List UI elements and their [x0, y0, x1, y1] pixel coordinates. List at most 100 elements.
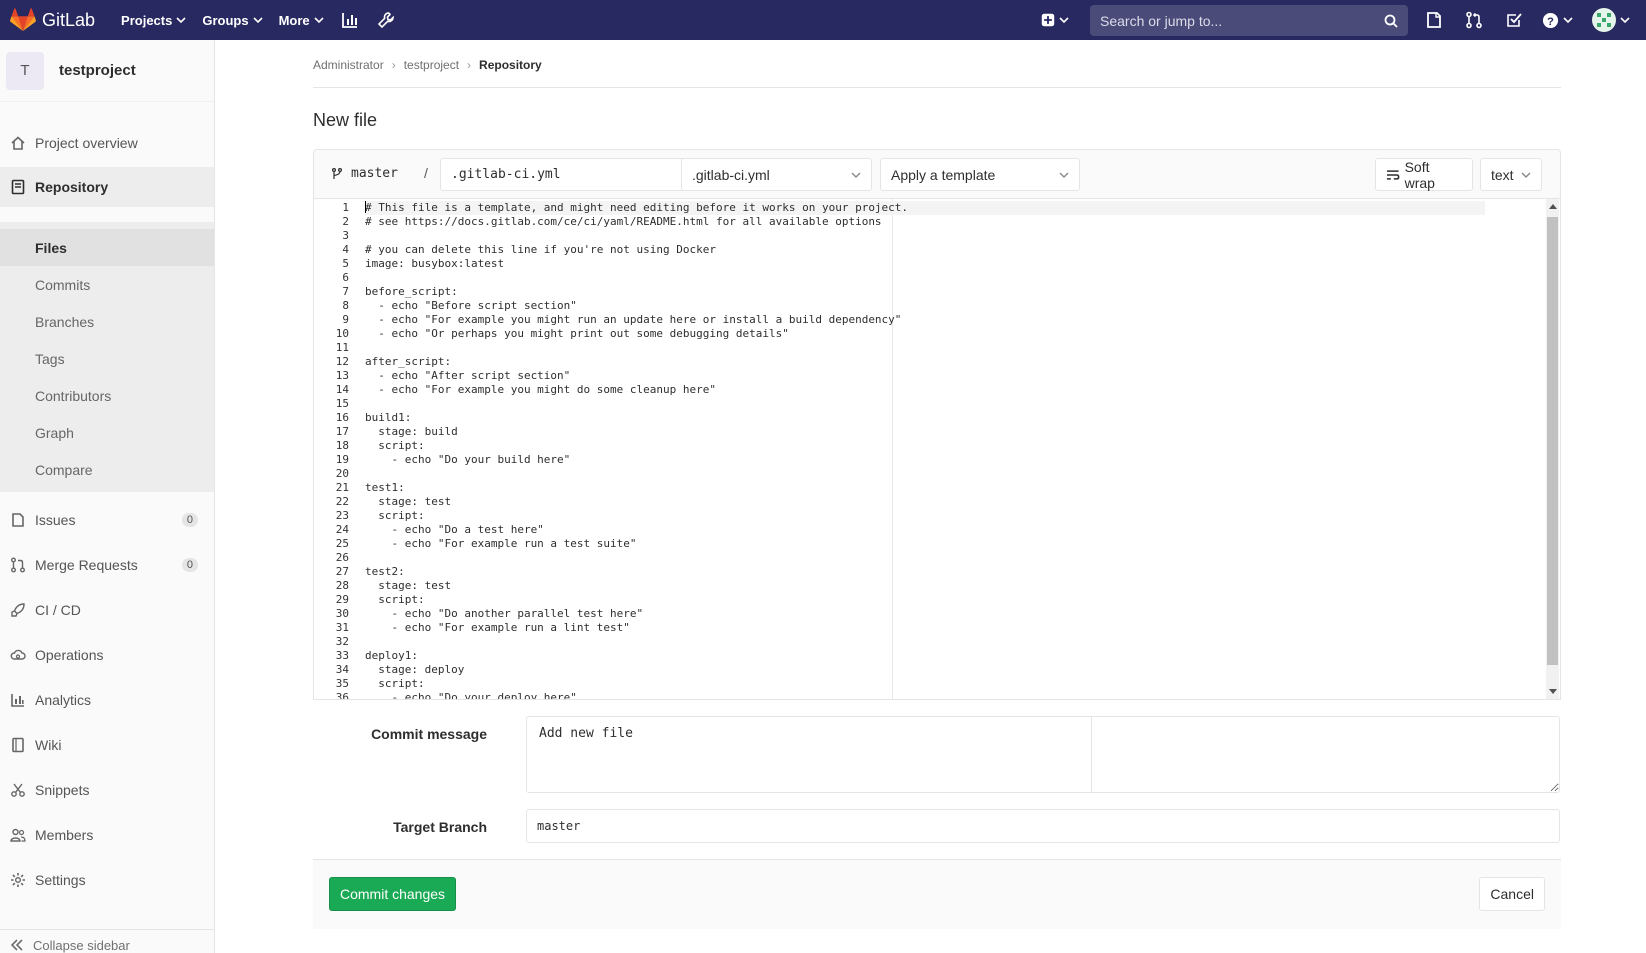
code-line[interactable]: after_script:	[365, 355, 1485, 369]
code-line[interactable]: stage: deploy	[365, 663, 1485, 677]
issues-icon	[12, 513, 24, 527]
breadcrumb-admin[interactable]: Administrator	[313, 58, 384, 72]
branch-label: master	[351, 166, 398, 181]
sidebar-item-operations[interactable]: Operations	[0, 635, 214, 675]
template-type-dropdown[interactable]: .gitlab-ci.yml	[681, 158, 872, 191]
code-line[interactable]: script:	[365, 509, 1485, 523]
sidebar-subitem-branches[interactable]: Branches	[0, 303, 214, 340]
file-name-input[interactable]	[440, 158, 688, 191]
merge-requests-nav-button[interactable]	[1456, 0, 1492, 40]
code-line[interactable]	[365, 397, 1485, 411]
sidebar-subitem-commits[interactable]: Commits	[0, 266, 214, 303]
code-line[interactable]: - echo "Before script section"	[365, 299, 1485, 313]
code-content[interactable]: # This file is a template, and might nee…	[365, 199, 1485, 699]
code-line[interactable]	[365, 271, 1485, 285]
collapse-sidebar-button[interactable]: Collapse sidebar	[0, 929, 214, 953]
code-line[interactable]: - echo "Do a test here"	[365, 523, 1485, 537]
code-line[interactable]: before_script:	[365, 285, 1485, 299]
merge-request-icon	[11, 557, 25, 573]
code-line[interactable]: build1:	[365, 411, 1485, 425]
activity-chart-button[interactable]	[332, 0, 368, 40]
sidebar-subitem-graph[interactable]: Graph	[0, 414, 214, 451]
sidebar-subitem-compare[interactable]: Compare	[0, 451, 214, 488]
issues-nav-button[interactable]	[1416, 0, 1452, 40]
code-line[interactable]	[365, 341, 1485, 355]
commit-message-divider	[1091, 717, 1092, 792]
code-line[interactable]: - echo "For example run a test suite"	[365, 537, 1485, 551]
code-line[interactable]: script:	[365, 593, 1485, 607]
code-line[interactable]: deploy1:	[365, 649, 1485, 663]
code-line[interactable]: # you can delete this line if you're not…	[365, 243, 1485, 257]
gitlab-home-link[interactable]: GitLab	[10, 0, 95, 40]
editor-scrollbar[interactable]	[1546, 199, 1559, 699]
code-line[interactable]: - echo "For example run a lint test"	[365, 621, 1485, 635]
breadcrumb-project[interactable]: testproject	[404, 58, 459, 72]
groups-label: Groups	[202, 12, 249, 28]
todos-nav-button[interactable]	[1496, 0, 1532, 40]
code-line[interactable]: - echo "Do another parallel test here"	[365, 607, 1485, 621]
commit-message-input[interactable]: Add new file	[526, 716, 1560, 793]
code-line[interactable]: test2:	[365, 565, 1485, 579]
breadcrumb-current[interactable]: Repository	[479, 58, 542, 72]
issues-icon	[1427, 12, 1441, 28]
code-line[interactable]: script:	[365, 677, 1485, 691]
sidebar-item-members[interactable]: Members	[0, 815, 214, 855]
sidebar-item-overview[interactable]: Project overview	[0, 123, 214, 163]
sidebar-item-repository[interactable]: Repository	[0, 167, 214, 207]
code-line[interactable]: - echo "For example you might do some cl…	[365, 383, 1485, 397]
code-line[interactable]: stage: build	[365, 425, 1485, 439]
code-line[interactable]: image: busybox:latest	[365, 257, 1485, 271]
code-line[interactable]: test1:	[365, 481, 1485, 495]
scroll-up-icon[interactable]	[1549, 204, 1557, 209]
search-input[interactable]	[1100, 12, 1384, 29]
help-dropdown[interactable]: ?	[1536, 0, 1578, 40]
commit-changes-button[interactable]: Commit changes	[329, 877, 457, 911]
cancel-button[interactable]: Cancel	[1479, 877, 1545, 911]
scroll-down-icon[interactable]	[1549, 689, 1557, 694]
editor-mode-dropdown[interactable]: text	[1480, 158, 1542, 191]
line-number: 13	[335, 369, 349, 382]
code-line[interactable]: # see https://docs.gitlab.com/ce/ci/yaml…	[365, 215, 1485, 229]
scrollbar-thumb[interactable]	[1547, 217, 1558, 665]
code-line[interactable]: - echo "Do your deploy here"	[365, 691, 1485, 699]
code-line[interactable]: - echo "For example you might run an upd…	[365, 313, 1485, 327]
avatar	[1592, 8, 1616, 32]
code-line[interactable]	[365, 551, 1485, 565]
admin-area-button[interactable]	[368, 0, 404, 40]
code-line[interactable]: # This file is a template, and might nee…	[365, 201, 1485, 215]
users-icon	[10, 828, 26, 842]
sidebar-item-snippets[interactable]: Snippets	[0, 770, 214, 810]
sidebar-item-settings[interactable]: Settings	[0, 860, 214, 900]
code-line[interactable]	[365, 635, 1485, 649]
projects-dropdown[interactable]: Projects	[113, 0, 194, 40]
sidebar-subitem-files[interactable]: Files	[0, 229, 214, 266]
code-line[interactable]: - echo "Do your build here"	[365, 453, 1485, 467]
target-branch-input[interactable]	[526, 809, 1560, 843]
code-line[interactable]: - echo "After script section"	[365, 369, 1485, 383]
code-editor[interactable]: 1 2 3 4 5 6 7 8 9 10 11 12 13 14 15 16 17 18 19 20 21 22 23 24 2…	[313, 198, 1561, 700]
user-menu-dropdown[interactable]	[1588, 0, 1634, 40]
code-line[interactable]: stage: test	[365, 579, 1485, 593]
new-dropdown[interactable]	[1032, 0, 1078, 40]
apply-template-dropdown[interactable]: Apply a template	[880, 158, 1080, 191]
more-dropdown[interactable]: More	[271, 0, 332, 40]
project-header[interactable]: T testproject	[0, 40, 214, 102]
sidebar-item-issues[interactable]: Issues 0	[0, 500, 214, 540]
sidebar-item-label: Branches	[35, 313, 95, 330]
sidebar-item-merge-requests[interactable]: Merge Requests 0	[0, 545, 214, 585]
soft-wrap-button[interactable]: Soft wrap	[1375, 158, 1473, 191]
sidebar-item-label: Settings	[35, 872, 86, 888]
sidebar-item-analytics[interactable]: Analytics	[0, 680, 214, 720]
search-box[interactable]	[1090, 5, 1408, 36]
sidebar-subitem-contributors[interactable]: Contributors	[0, 377, 214, 414]
project-sidebar: T testproject Project overview Repositor…	[0, 40, 215, 953]
code-line[interactable]: script:	[365, 439, 1485, 453]
sidebar-item-cicd[interactable]: CI / CD	[0, 590, 214, 630]
code-line[interactable]: stage: test	[365, 495, 1485, 509]
code-line[interactable]	[365, 467, 1485, 481]
sidebar-subitem-tags[interactable]: Tags	[0, 340, 214, 377]
sidebar-item-wiki[interactable]: Wiki	[0, 725, 214, 765]
groups-dropdown[interactable]: Groups	[194, 0, 270, 40]
code-line[interactable]	[365, 229, 1485, 243]
code-line[interactable]: - echo "Or perhaps you might print out s…	[365, 327, 1485, 341]
